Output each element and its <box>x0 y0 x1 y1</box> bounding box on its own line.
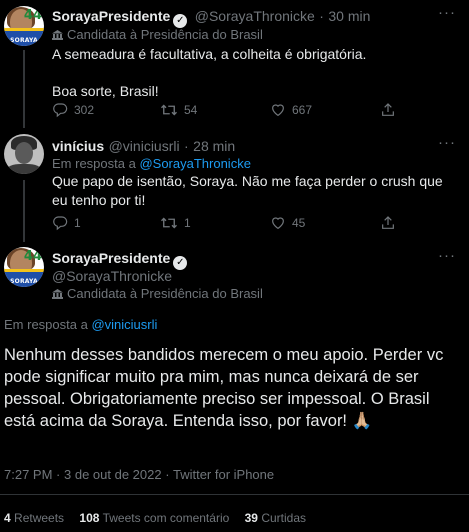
heart-icon <box>272 104 284 117</box>
reply-to-link[interactable]: @viniciusrli <box>91 317 157 332</box>
reply-context: Em resposta a @viniciusrli <box>4 317 157 332</box>
dot-separator: · <box>56 467 61 482</box>
dot-separator: · <box>319 8 324 24</box>
tweet-stats: 4 Retweets 108 Tweets com comentário 39 … <box>4 511 306 525</box>
avatar[interactable]: 44 SORAYA <box>4 247 44 287</box>
more-icon[interactable]: ··· <box>438 247 456 264</box>
author-handle[interactable]: @SorayaThronicke <box>52 268 172 284</box>
author-name[interactable]: vinícius <box>52 138 104 154</box>
reply-context: Em resposta a @SorayaThronicke <box>52 156 251 171</box>
tweet-header: SorayaPresidente ✓ @SorayaThronicke · 30 … <box>52 8 370 28</box>
reply-prefix: Em resposta a <box>4 317 88 332</box>
reply-button[interactable]: 302 <box>52 102 94 118</box>
more-icon[interactable]: ··· <box>438 4 456 21</box>
likes-stat[interactable]: 39 Curtidas <box>245 511 306 525</box>
reply-prefix: Em resposta a <box>52 156 136 171</box>
quotes-stat[interactable]: 108 Tweets com comentário <box>79 511 229 525</box>
tweet-time[interactable]: 30 min <box>328 8 370 24</box>
main-tweet-text: Nenhum desses bandidos merecem o meu apo… <box>4 346 444 430</box>
government-building-icon <box>52 289 63 299</box>
like-button[interactable]: 667 <box>270 102 312 118</box>
thread-line <box>23 50 25 128</box>
reply-icon <box>53 103 68 118</box>
reply-to-link[interactable]: @SorayaThronicke <box>139 156 250 171</box>
retweet-button[interactable]: 54 <box>160 102 197 118</box>
retweet-count: 1 <box>184 216 191 230</box>
tweet-time[interactable]: 7:27 PM <box>4 467 52 482</box>
author-name[interactable]: SorayaPresidente <box>52 250 170 266</box>
heart-icon <box>272 217 284 230</box>
tweet-meta: 7:27 PM · 3 de out de 2022 · Twitter for… <box>4 467 274 482</box>
tweet-source[interactable]: Twitter for iPhone <box>173 467 274 482</box>
reply-count: 302 <box>74 103 95 117</box>
thread-line <box>23 180 25 242</box>
dot-separator: · <box>184 138 189 154</box>
account-label-text: Candidata à Presidência do Brasil <box>67 27 263 42</box>
retweet-count: 54 <box>184 103 198 117</box>
retweet-icon <box>161 217 177 229</box>
more-icon[interactable]: ··· <box>438 134 456 151</box>
share-icon <box>382 216 394 229</box>
government-building-icon <box>52 30 63 40</box>
author-name[interactable]: SorayaPresidente <box>52 8 170 24</box>
tweet-header: vinícius @viniciusrli · 28 min <box>52 138 235 156</box>
verified-badge-icon: ✓ <box>173 256 188 270</box>
tweet-date[interactable]: 3 de out de 2022 <box>64 467 162 482</box>
dot-separator: · <box>165 467 170 482</box>
like-button[interactable]: 45 <box>270 215 305 231</box>
tweet-actions: 302 54 667 <box>52 102 457 120</box>
author-handle[interactable]: @viniciusrli <box>109 138 180 154</box>
retweets-stat[interactable]: 4 Retweets <box>4 511 64 525</box>
tweet-text-line: Boa sorte, Brasil! <box>52 83 159 99</box>
share-button[interactable] <box>380 102 402 118</box>
like-count: 667 <box>292 103 313 117</box>
tweet-text: Que papo de isentão, Soraya. Não me faça… <box>52 173 443 208</box>
reply-count: 1 <box>74 216 81 230</box>
account-label: Candidata à Presidência do Brasil <box>52 286 263 301</box>
avatar[interactable]: 44 SORAYA <box>4 6 44 46</box>
reply-button[interactable]: 1 <box>52 215 81 231</box>
tweet-time[interactable]: 28 min <box>193 138 235 154</box>
retweet-button[interactable]: 1 <box>160 215 191 231</box>
verified-badge-icon: ✓ <box>173 14 188 28</box>
reply-icon <box>53 216 68 231</box>
share-icon <box>382 103 394 116</box>
share-button[interactable] <box>380 215 402 231</box>
avatar[interactable] <box>4 134 44 174</box>
tweet-text-line: A semeadura é facultativa, a colheita é … <box>52 46 367 62</box>
tweet-text: A semeadura é facultativa, a colheita é … <box>52 45 457 101</box>
divider <box>0 494 469 495</box>
account-label: Candidata à Presidência do Brasil <box>52 27 263 42</box>
retweet-icon <box>161 104 177 116</box>
tweet-actions: 1 1 45 <box>52 215 457 233</box>
tweet-header: SorayaPresidente ✓ <box>52 250 188 270</box>
account-label-text: Candidata à Presidência do Brasil <box>67 286 263 301</box>
like-count: 45 <box>292 216 306 230</box>
author-handle[interactable]: @SorayaThronicke <box>195 8 315 24</box>
